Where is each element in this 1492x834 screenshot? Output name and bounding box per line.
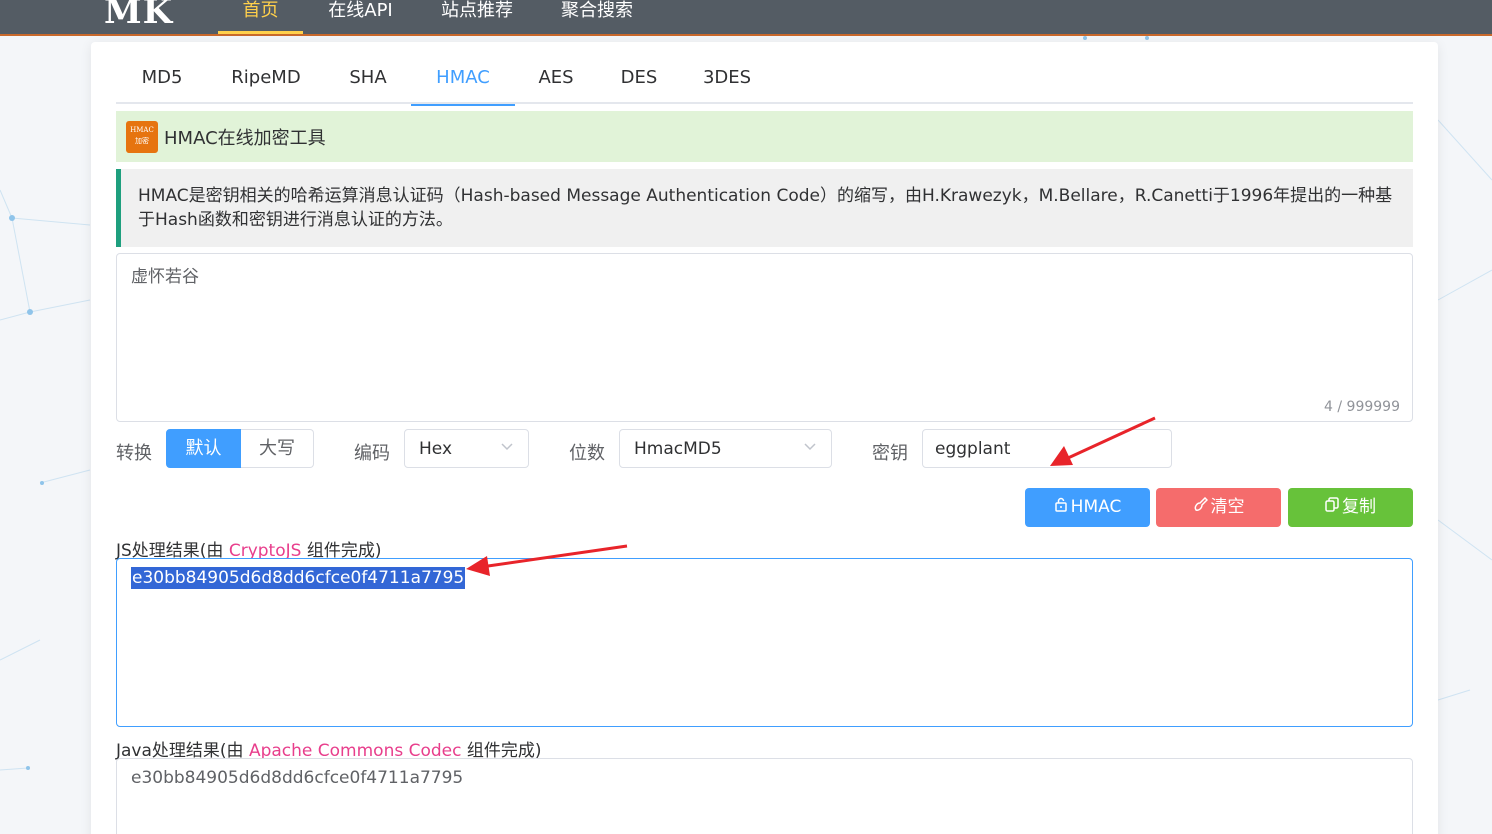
bits-select[interactable]: HmacMD5 bbox=[619, 429, 832, 468]
tab-aes[interactable]: AES bbox=[530, 56, 582, 104]
page-title: HMAC在线加密工具 bbox=[164, 128, 326, 149]
nav-item-online-api[interactable]: 在线API bbox=[318, 0, 403, 34]
encoding-value: Hex bbox=[419, 439, 453, 459]
site-logo[interactable]: MK bbox=[104, 0, 173, 32]
plaintext-value: 虚怀若谷 bbox=[131, 267, 199, 287]
encoding-label: 编码 bbox=[354, 443, 390, 464]
char-counter: 4 / 999999 bbox=[1324, 399, 1400, 415]
js-result-value: e30bb84905d6d8dd6cfce0f4711a7795 bbox=[131, 567, 466, 589]
chevron-down-icon bbox=[500, 439, 514, 457]
key-value: eggplant bbox=[935, 439, 1011, 459]
nav-item-aggregate-search[interactable]: 聚合搜索 bbox=[550, 0, 644, 34]
copy-icon bbox=[1325, 488, 1339, 527]
unlock-icon bbox=[1054, 488, 1068, 527]
tab-3des[interactable]: 3DES bbox=[696, 56, 758, 104]
tab-sha[interactable]: SHA bbox=[338, 56, 398, 104]
hmac-button[interactable]: HMAC bbox=[1025, 488, 1150, 527]
js-result-textarea[interactable]: e30bb84905d6d8dd6cfce0f4711a7795 bbox=[116, 558, 1413, 727]
java-result-value: e30bb84905d6d8dd6cfce0f4711a7795 bbox=[131, 768, 464, 788]
chevron-down-icon bbox=[803, 439, 817, 457]
tab-hmac[interactable]: HMAC bbox=[411, 56, 515, 106]
tool-title-banner: HMAC 加密 HMAC在线加密工具 bbox=[116, 111, 1413, 162]
key-input[interactable]: eggplant bbox=[922, 429, 1172, 468]
clear-button[interactable]: 清空 bbox=[1156, 488, 1281, 527]
top-navigation-bar: MK 首页 在线API 站点推荐 聚合搜索 bbox=[0, 0, 1492, 36]
tab-des[interactable]: DES bbox=[611, 56, 667, 104]
convert-uppercase-button[interactable]: 大写 bbox=[241, 429, 314, 468]
algorithm-tabs: MD5 RipeMD SHA HMAC AES DES 3DES bbox=[116, 56, 1413, 106]
tab-md5[interactable]: MD5 bbox=[130, 56, 194, 104]
key-label: 密钥 bbox=[872, 443, 908, 464]
nav-item-site-recommend[interactable]: 站点推荐 bbox=[430, 0, 524, 34]
bits-label: 位数 bbox=[569, 443, 605, 464]
convert-default-button[interactable]: 默认 bbox=[166, 429, 241, 468]
brush-icon bbox=[1193, 488, 1208, 527]
bits-value: HmacMD5 bbox=[634, 439, 722, 459]
hmac-icon: HMAC 加密 bbox=[126, 121, 158, 153]
nav-item-home[interactable]: 首页 bbox=[218, 0, 303, 34]
plaintext-input[interactable]: 虚怀若谷 4 / 999999 bbox=[116, 253, 1413, 422]
copy-button[interactable]: 复制 bbox=[1288, 488, 1413, 527]
tab-ripemd[interactable]: RipeMD bbox=[220, 56, 312, 104]
java-result-textarea[interactable]: e30bb84905d6d8dd6cfce0f4711a7795 bbox=[116, 758, 1413, 834]
hmac-description: HMAC是密钥相关的哈希运算消息认证码（Hash-based Message A… bbox=[116, 169, 1413, 247]
encoding-select[interactable]: Hex bbox=[404, 429, 529, 468]
convert-label: 转换 bbox=[116, 443, 152, 464]
